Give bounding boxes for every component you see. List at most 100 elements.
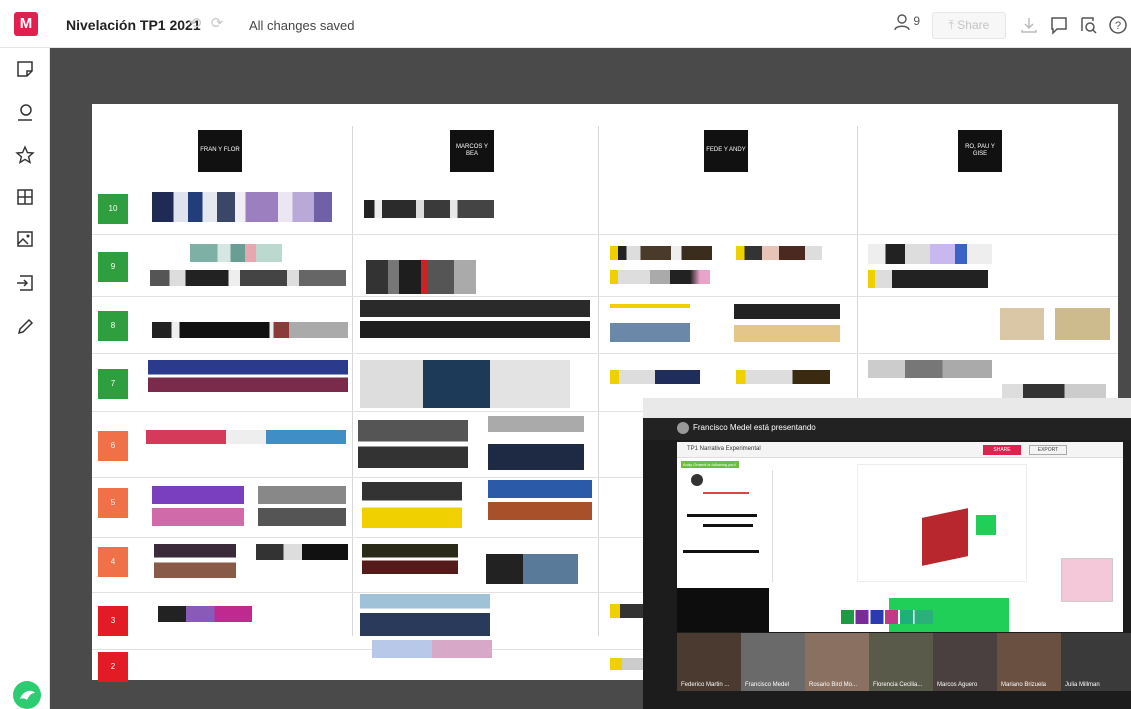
sticky-note-icon[interactable] <box>14 58 36 80</box>
image-cluster[interactable] <box>154 544 236 578</box>
participant-tile[interactable]: Francisco Medel <box>741 633 805 691</box>
team-label[interactable]: MARCOS Y BEA <box>450 130 494 172</box>
image-cluster[interactable] <box>610 270 710 284</box>
share-button[interactable]: ⤒ Share <box>932 12 1006 39</box>
image-cluster[interactable] <box>488 480 592 520</box>
frame-dark-circle <box>691 474 703 486</box>
score-badge[interactable]: 9 <box>98 252 128 282</box>
download-icon[interactable] <box>1018 14 1040 36</box>
shared-frame-center <box>857 464 1027 582</box>
team-label[interactable]: FRAN Y FLOR <box>198 130 242 172</box>
image-cluster[interactable] <box>150 270 346 286</box>
image-cluster[interactable] <box>362 544 458 574</box>
image-cluster[interactable] <box>486 554 578 584</box>
participant-name: Julia Millman <box>1065 682 1100 688</box>
column-divider <box>598 126 599 636</box>
share-label: Share <box>957 18 990 32</box>
search-comments-icon[interactable] <box>1078 14 1100 36</box>
image-cluster[interactable] <box>736 370 830 384</box>
score-badge[interactable]: 4 <box>98 547 128 577</box>
participant-strip: Federico Martin ... Francisco Medel Rosa… <box>677 633 1131 691</box>
image-cluster[interactable] <box>610 304 690 342</box>
image-cluster[interactable] <box>366 260 476 294</box>
participant-name: Marcos Aguero <box>937 682 978 688</box>
column-divider <box>352 126 353 636</box>
team-label[interactable]: FEDE Y ANDY <box>704 130 748 172</box>
star-icon[interactable] <box>14 144 36 166</box>
shared-dark-frame <box>677 588 769 632</box>
comment-tool-icon[interactable] <box>14 102 36 124</box>
image-icon[interactable] <box>14 228 36 250</box>
shared-share-button[interactable]: SHARE <box>983 445 1021 455</box>
miro-logo[interactable]: M <box>14 12 38 36</box>
image-cluster[interactable] <box>360 594 490 636</box>
team-label[interactable]: RO, PAU Y GISE <box>958 130 1002 172</box>
collaborators-button[interactable]: 9 <box>894 13 920 35</box>
image-cluster[interactable] <box>360 360 570 408</box>
image-cluster[interactable] <box>190 244 282 262</box>
image-cluster[interactable] <box>488 416 584 470</box>
participant-name: Florencia Cecilia... <box>873 682 923 688</box>
comment-icon[interactable] <box>1048 14 1070 36</box>
image-cluster[interactable] <box>610 370 700 384</box>
shared-frame-left <box>683 470 773 582</box>
row-divider <box>92 296 1118 297</box>
image-cluster[interactable] <box>256 544 348 560</box>
image-cluster[interactable] <box>152 486 244 526</box>
image-cluster[interactable] <box>372 640 492 658</box>
participant-tile[interactable]: Julia Millman <box>1061 633 1131 691</box>
frame-grid-icon[interactable] <box>14 186 36 208</box>
top-bar: M Nivelación TP1 2021 ⟲ ⟳ All changes sa… <box>0 0 1131 48</box>
score-badge[interactable]: 7 <box>98 369 128 399</box>
presenter-avatar <box>677 422 689 434</box>
participant-name: Rosario Bird Mo... <box>809 682 858 688</box>
image-cluster[interactable] <box>868 360 992 378</box>
score-badge[interactable]: 8 <box>98 311 128 341</box>
user-icon <box>894 14 910 31</box>
image-cluster[interactable] <box>148 360 348 392</box>
frame-bar <box>703 524 753 527</box>
upload-icon: ⤒ <box>948 18 958 32</box>
image-cluster[interactable] <box>152 192 332 222</box>
image-cluster[interactable] <box>610 246 712 260</box>
participant-tile[interactable]: Marcos Aguero <box>933 633 997 691</box>
participant-tile[interactable]: Rosario Bird Mo... <box>805 633 869 691</box>
participant-tile[interactable]: Mariano Brizuela <box>997 633 1061 691</box>
frame-red-text <box>703 492 749 494</box>
participant-tile[interactable]: Florencia Cecilia... <box>869 633 933 691</box>
svg-text:?: ? <box>1115 20 1121 32</box>
video-window-top <box>643 398 1131 418</box>
score-badge[interactable]: 5 <box>98 488 128 518</box>
image-cluster[interactable] <box>146 430 346 444</box>
board-title[interactable]: Nivelación TP1 2021 <box>66 17 201 33</box>
image-cluster[interactable] <box>258 486 346 526</box>
image-cluster[interactable] <box>360 300 590 338</box>
image-cluster[interactable] <box>152 322 348 338</box>
image-cluster[interactable] <box>158 606 252 622</box>
image-cluster[interactable] <box>734 304 840 342</box>
undo-icon[interactable]: ⟲ <box>186 15 204 33</box>
pen-icon[interactable] <box>14 316 36 338</box>
score-badge[interactable]: 10 <box>98 194 128 224</box>
image-cluster[interactable] <box>1000 308 1110 340</box>
shared-screen[interactable]: TP1 Narrativa Experimental SHARE EXPORT … <box>677 442 1123 632</box>
image-cluster[interactable] <box>868 270 988 288</box>
shared-export-button[interactable]: EXPORT <box>1029 445 1067 455</box>
image-cluster[interactable] <box>362 482 462 528</box>
score-badge[interactable]: 6 <box>98 431 128 461</box>
image-cluster[interactable] <box>868 244 992 264</box>
redo-icon[interactable]: ⟳ <box>208 15 226 33</box>
image-cluster[interactable] <box>364 200 494 218</box>
participant-name: Mariano Brizuela <box>1001 682 1047 688</box>
participant-name: Federico Martin ... <box>681 682 730 688</box>
score-badge[interactable]: 2 <box>98 652 128 682</box>
image-cluster[interactable] <box>358 420 468 468</box>
shared-board-title: TP1 Narrativa Experimental <box>687 446 761 452</box>
video-call-window[interactable]: Francisco Medel está presentando TP1 Nar… <box>643 398 1131 709</box>
image-cluster[interactable] <box>736 246 822 260</box>
import-icon[interactable] <box>14 272 36 294</box>
help-icon[interactable]: ? <box>1107 14 1129 36</box>
app-avatar-icon[interactable] <box>13 681 41 709</box>
participant-tile[interactable]: Federico Martin ... <box>677 633 741 691</box>
score-badge[interactable]: 3 <box>98 606 128 636</box>
